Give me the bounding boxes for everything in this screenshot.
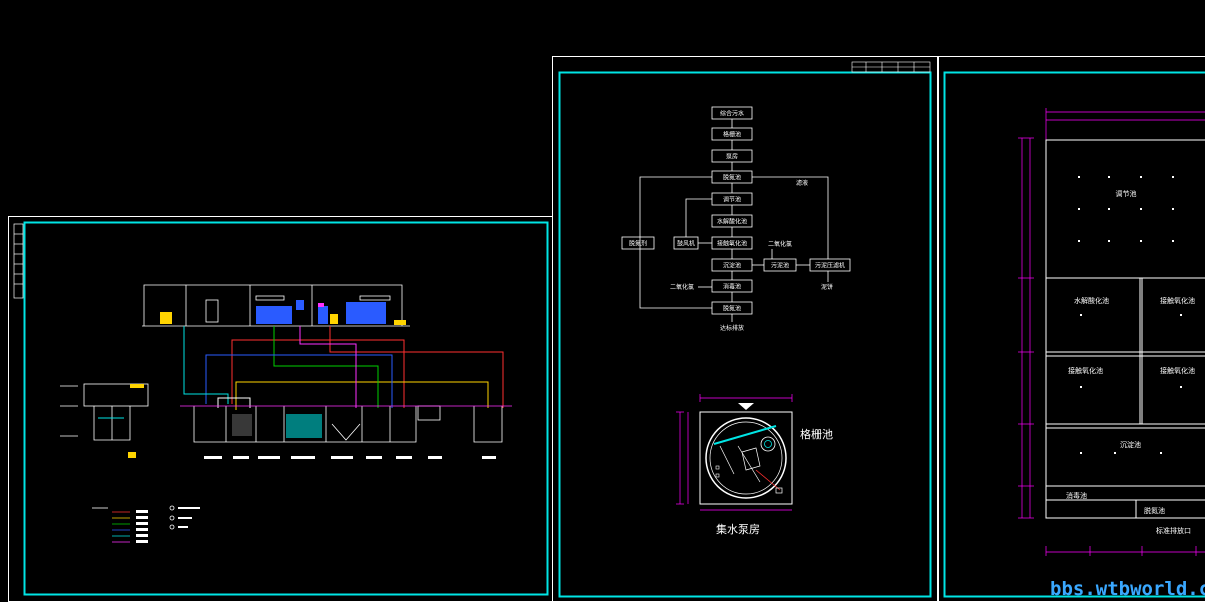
tank-fill-media (232, 414, 322, 438)
flow-side-left: 脱氮剂 (621, 236, 655, 250)
flow-step-8-label: 沉淀池 (723, 262, 741, 270)
middle-sheet-outer-frame (552, 56, 939, 602)
watermark-text: bbs.wtbworld.com (1050, 578, 1205, 600)
flow-step-6: 水解酸化池 (711, 214, 753, 228)
flow-sludge-out-label: 泥饼 (821, 283, 833, 291)
flow-step-2: 格栅池 (711, 127, 753, 141)
flow-step-3: 泵房 (711, 149, 753, 163)
grit-fills (98, 384, 144, 458)
left-sheet-title-strip (13, 223, 24, 299)
flow-step-1-label: 综合污水 (720, 110, 744, 118)
pump-room-plan: 格栅池 集水泵房 (676, 394, 833, 536)
left-sheet (8, 216, 553, 602)
flow-final-label: 达标排放 (720, 324, 744, 332)
middle-sheet-inner-frame (558, 71, 932, 598)
equipment-blocks (160, 300, 406, 325)
flow-side-blower: 鼓风机 (673, 236, 699, 250)
flow-step-1: 综合污水 (711, 106, 753, 120)
middle-sheet: 综合污水 格栅池 泵房 脱氮池 调节池 水解酸化池 接触氧化池 沉淀池 消毒池 … (552, 56, 939, 602)
flow-step-5: 调节池 (711, 192, 753, 206)
flow-step-4: 脱氮池 (711, 170, 753, 184)
flow-step-8: 沉淀池 (711, 258, 753, 272)
plan-outlet-label: 标准排放口 (1156, 526, 1191, 535)
plan-tank-1: 调节池 (1116, 189, 1137, 198)
pipe-green (273, 326, 379, 408)
flow-filtrate-label: 滤液 (796, 179, 808, 187)
plan-tank-2: 水解酸化池 (1074, 296, 1109, 305)
tank-name-tags (204, 456, 496, 459)
flow-side-blower-label: 鼓风机 (677, 240, 695, 248)
plan-aerator-dots (1078, 176, 1182, 454)
plan-tank-8: 脱氮池 (1144, 506, 1165, 515)
flow-sludge-press: 污泥压滤机 (809, 258, 851, 272)
flow-step-7-label: 接触氧化池 (717, 240, 747, 248)
plan-tank-4: 接触氧化池 (1068, 366, 1103, 375)
flow-sludge-1-label: 污泥池 (771, 262, 789, 270)
flow-chlorine-1-label: 二氧化氯 (768, 240, 792, 248)
flow-step-4-label: 脱氮池 (723, 174, 741, 182)
grit-chamber (60, 383, 149, 441)
left-sheet-inner-frame (23, 221, 549, 596)
plan-tank-5: 接触氧化池 (1160, 366, 1195, 375)
flow-step-9: 消毒池 (711, 279, 753, 293)
pipe-legend (92, 505, 200, 543)
flow-step-3-label: 泵房 (726, 153, 738, 161)
flow-side-left-label: 脱氮剂 (629, 240, 647, 248)
pump-room-dimensions (676, 394, 793, 511)
flow-step-10: 脱氮池 (711, 301, 753, 315)
flow-step-2-label: 格栅池 (723, 131, 741, 139)
right-sheet: 调节池 水解酸化池 接触氧化池 接触氧化池 接触氧化池 沉淀池 消毒池 脱氮池 … (937, 56, 1205, 602)
flow-step-5-label: 调节池 (723, 196, 741, 204)
pipe-white (217, 397, 251, 408)
pipe-magenta (299, 326, 357, 408)
cad-drawing-canvas: 综合污水 格栅池 泵房 脱氮池 调节池 水解酸化池 接触氧化池 沉淀池 消毒池 … (8, 56, 1205, 602)
plan-tank-7: 消毒池 (1066, 491, 1087, 500)
left-sheet-outer-frame (8, 216, 553, 602)
tank-row (180, 405, 512, 443)
flow-step-7: 接触氧化池 (711, 236, 753, 250)
pump-room-caption: 集水泵房 (716, 522, 760, 536)
flow-step-9-label: 消毒池 (723, 283, 741, 291)
pump-room-side-label: 格栅池 (800, 427, 833, 441)
flow-chart: 综合污水 格栅池 泵房 脱氮池 调节池 水解酸化池 接触氧化池 沉淀池 消毒池 … (621, 106, 851, 332)
plan-tank-3: 接触氧化池 (1160, 296, 1195, 305)
pipe-network (183, 326, 504, 410)
flow-chlorine-2-label: 二氧化氯 (670, 283, 694, 291)
flow-step-10-label: 脱氮池 (723, 305, 741, 313)
flow-step-6-label: 水解酸化池 (717, 218, 747, 226)
flow-sludge-tank: 污泥池 (763, 258, 797, 272)
right-sheet-outer-frame (937, 56, 1205, 602)
plan-tank-6: 沉淀池 (1120, 440, 1141, 449)
middle-title-block (851, 61, 931, 73)
flow-sludge-2-label: 污泥压滤机 (815, 262, 845, 270)
